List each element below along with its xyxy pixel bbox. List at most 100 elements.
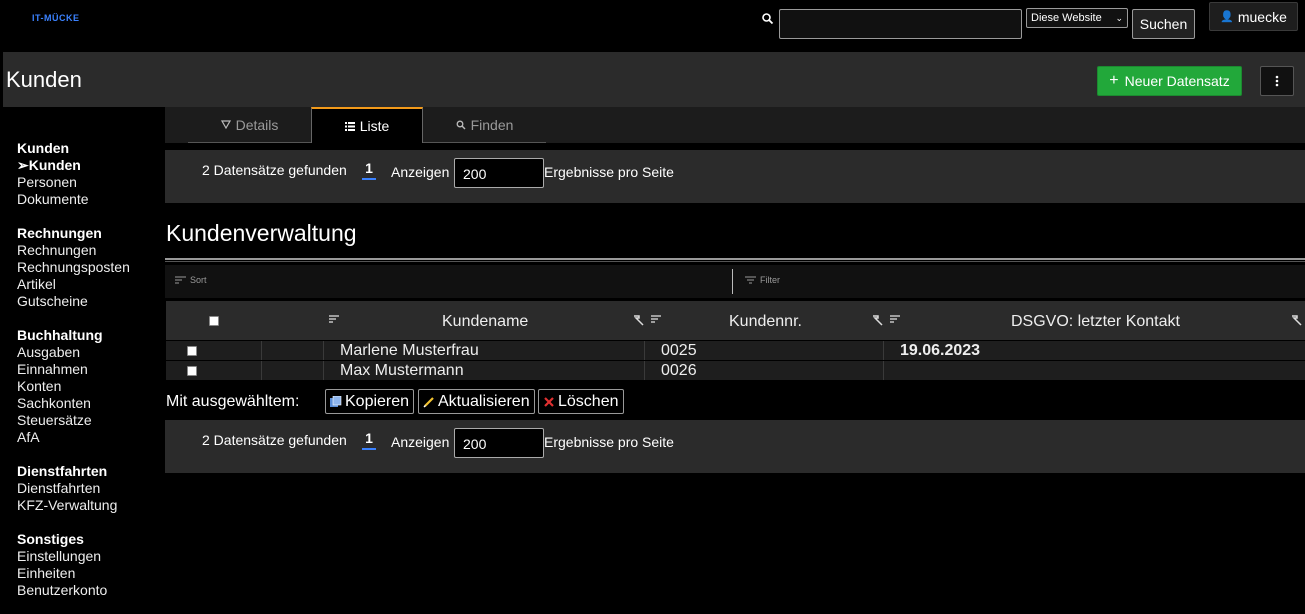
tab-label: Details xyxy=(235,116,279,133)
pager-bottom: 2 Datensätze gefunden 1 Anzeigen 200 Erg… xyxy=(165,420,1305,473)
plus-icon: + xyxy=(1109,72,1119,89)
search-button[interactable]: Suchen xyxy=(1132,9,1195,39)
sort-filter-bar: Sort Filter xyxy=(165,265,1305,298)
sidebar-item-kunden[interactable]: ➢Kunden xyxy=(17,157,165,174)
new-record-button[interactable]: + Neuer Datensatz xyxy=(1097,66,1242,96)
sort-icon[interactable] xyxy=(890,315,900,323)
copy-button[interactable]: Kopieren xyxy=(325,389,415,414)
page-link[interactable]: 1 xyxy=(362,160,376,180)
row-select-checkbox[interactable] xyxy=(166,341,261,360)
sidebar-group-sonstiges: Sonstiges Einstellungen Einheiten Benutz… xyxy=(17,531,165,599)
cell-kundename[interactable]: Marlene Musterfrau xyxy=(323,341,644,360)
resize-icon[interactable] xyxy=(872,315,883,326)
copy-icon xyxy=(330,395,342,407)
search-scope-select[interactable]: Diese Website ⌄ xyxy=(1026,8,1128,28)
main-content: Details Liste Finden 2 Datensätze gefund… xyxy=(165,107,1305,614)
user-menu-button[interactable]: 👤 muecke xyxy=(1209,2,1298,31)
filter-icon xyxy=(745,276,756,284)
sidebar-item-rechnungen[interactable]: Rechnungen xyxy=(17,242,165,259)
cell-kundennr[interactable]: 0025 xyxy=(644,341,883,360)
sidebar-heading: Kunden xyxy=(17,140,70,156)
sidebar-heading: Buchhaltung xyxy=(17,327,103,343)
per-page-input[interactable]: 200 xyxy=(454,158,544,188)
table-header: Kundename Kundennr. DSGVO: letzter Konta… xyxy=(166,301,1305,340)
divider xyxy=(732,269,733,294)
sidebar-item-benutzerkonto[interactable]: Benutzerkonto xyxy=(17,582,165,599)
cell-kundennr[interactable]: 0026 xyxy=(644,361,883,380)
table-row[interactable]: Max Mustermann 0026 xyxy=(166,360,1305,380)
sidebar-item-rechnungsposten[interactable]: Rechnungsposten xyxy=(17,259,165,276)
sort-field[interactable]: Sort xyxy=(175,275,207,285)
show-label: Anzeigen xyxy=(391,434,450,450)
triangle-down-icon xyxy=(220,120,231,129)
sidebar-item-dokumente[interactable]: Dokumente xyxy=(17,191,165,208)
section-heading: Kundenverwaltung xyxy=(166,220,357,246)
row-actions-cell xyxy=(261,341,323,360)
select-all-checkbox[interactable] xyxy=(209,301,219,340)
filter-placeholder: Filter xyxy=(760,275,780,285)
sidebar-item-gutscheine[interactable]: Gutscheine xyxy=(17,293,165,310)
bulk-actions-label: Mit ausgewähltem: xyxy=(166,393,300,410)
sidebar-heading: Rechnungen xyxy=(17,225,102,241)
sidebar-item-ausgaben[interactable]: Ausgaben xyxy=(17,344,165,361)
sidebar-group-buchhaltung: Buchhaltung Ausgaben Einnahmen Konten Sa… xyxy=(17,327,165,446)
tab-bar: Details Liste Finden xyxy=(165,107,1305,143)
tab-details[interactable]: Details xyxy=(188,107,311,143)
cell-last-contact[interactable] xyxy=(883,361,1305,380)
sidebar-item-einnahmen[interactable]: Einnahmen xyxy=(17,361,165,378)
search-input[interactable] xyxy=(779,9,1022,39)
column-header-kundennr[interactable]: Kundennr. xyxy=(729,313,802,331)
sidebar-item-steuersaetze[interactable]: Steuersätze xyxy=(17,412,165,429)
show-label: Anzeigen xyxy=(391,164,450,180)
pager-top: 2 Datensätze gefunden 1 Anzeigen 200 Erg… xyxy=(165,150,1305,203)
user-icon: 👤 xyxy=(1220,11,1234,23)
sort-icon xyxy=(175,276,186,284)
column-header-dsgvo[interactable]: DSGVO: letzter Kontakt xyxy=(1011,313,1180,331)
tab-liste[interactable]: Liste xyxy=(311,107,423,143)
sidebar-item-dienstfahrten[interactable]: Dienstfahrten xyxy=(17,480,165,497)
pencil-icon xyxy=(423,396,434,408)
sidebar-item-artikel[interactable]: Artikel xyxy=(17,276,165,293)
update-button[interactable]: Aktualisieren xyxy=(418,389,535,414)
user-name: muecke xyxy=(1237,8,1287,25)
filter-field[interactable]: Filter xyxy=(745,275,780,285)
page-link[interactable]: 1 xyxy=(362,430,376,450)
copy-label: Kopieren xyxy=(345,392,410,410)
search-icon xyxy=(762,13,774,25)
sidebar-heading: Dienstfahrten xyxy=(17,463,108,479)
resize-icon[interactable] xyxy=(633,315,644,326)
title-bar: Kunden + Neuer Datensatz xyxy=(3,52,1305,107)
sidebar-item-einheiten[interactable]: Einheiten xyxy=(17,565,165,582)
tab-label: Finden xyxy=(470,116,514,133)
tab-finden[interactable]: Finden xyxy=(423,107,546,143)
table-row[interactable]: Marlene Musterfrau 0025 19.06.2023 xyxy=(166,340,1305,360)
checkbox-icon xyxy=(209,315,219,326)
delete-x-icon xyxy=(544,396,554,407)
sidebar-group-dienstfahrten: Dienstfahrten Dienstfahrten KFZ-Verwaltu… xyxy=(17,463,165,514)
sort-icon[interactable] xyxy=(651,315,661,323)
column-header-kundename[interactable]: Kundename xyxy=(442,313,528,331)
sidebar-item-sachkonten[interactable]: Sachkonten xyxy=(17,395,165,412)
sidebar-item-konten[interactable]: Konten xyxy=(17,378,165,395)
list-icon xyxy=(344,121,355,131)
more-options-button[interactable] xyxy=(1260,66,1294,96)
sort-icon[interactable] xyxy=(329,315,339,323)
row-select-checkbox[interactable] xyxy=(166,361,261,380)
resize-icon[interactable] xyxy=(1291,315,1302,326)
checkbox-icon xyxy=(187,366,197,376)
delete-label: Löschen xyxy=(558,392,619,410)
sort-placeholder: Sort xyxy=(190,275,207,285)
per-page-input[interactable]: 200 xyxy=(454,428,544,458)
sidebar-item-personen[interactable]: Personen xyxy=(17,174,165,191)
logo[interactable]: IT-MÜCKE xyxy=(32,13,80,23)
delete-button[interactable]: Löschen xyxy=(538,389,624,414)
sidebar-item-einstellungen[interactable]: Einstellungen xyxy=(17,548,165,565)
checkbox-icon xyxy=(187,346,197,356)
sidebar-item-afa[interactable]: AfA xyxy=(17,429,165,446)
divider xyxy=(165,258,1305,262)
search-icon xyxy=(456,120,466,129)
cell-kundename[interactable]: Max Mustermann xyxy=(323,361,644,380)
sidebar-group-kunden: Kunden ➢Kunden Personen Dokumente xyxy=(17,140,165,208)
sidebar-item-kfz-verwaltung[interactable]: KFZ-Verwaltung xyxy=(17,497,165,514)
cell-last-contact[interactable]: 19.06.2023 xyxy=(883,341,1305,360)
